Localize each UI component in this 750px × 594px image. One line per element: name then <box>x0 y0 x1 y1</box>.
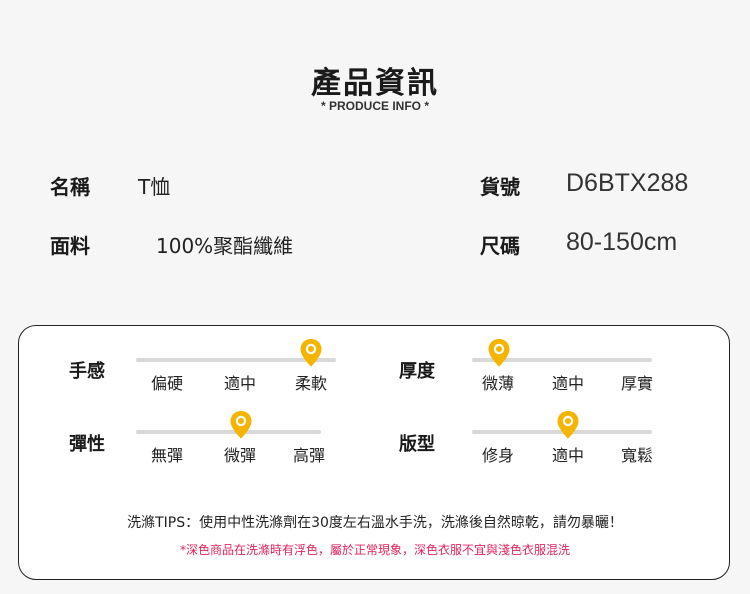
feel-option-1: 偏硬 <box>150 374 183 393</box>
page-subtitle: * PRODUCE INFO * <box>320 99 429 113</box>
fit-option-1: 修身 <box>481 446 514 465</box>
feel-option-2: 適中 <box>223 374 256 393</box>
thickness-option-2: 適中 <box>551 374 584 393</box>
map-pin-icon <box>556 410 580 440</box>
name-value: T恤 <box>138 175 171 199</box>
sku-value: D6BTX288 <box>566 169 689 197</box>
fit-option-3: 寬鬆 <box>620 446 653 465</box>
material-label: 面料 <box>50 234 90 258</box>
thickness-label: 厚度 <box>399 361 435 382</box>
map-pin-icon <box>299 338 323 368</box>
care-note: *深色商品在洗滌時有浮色，屬於正常現象，深色衣服不宜與淺色衣服混洗 <box>179 543 570 557</box>
feel-option-3: 柔軟 <box>294 374 327 393</box>
care-tips: 洗滌TIPS：使用中性洗滌劑在30度左右溫水手洗，洗滌後自然晾乾，請勿暴曬！ <box>127 515 623 531</box>
material-value: 100%聚酯纖維 <box>156 234 294 258</box>
sku-label: 貨號 <box>480 175 520 199</box>
map-pin-icon <box>487 338 511 368</box>
fit-label: 版型 <box>399 434 435 455</box>
size-value: 80-150cm <box>566 228 678 256</box>
fit-option-2: 適中 <box>551 446 584 465</box>
elasticity-label: 彈性 <box>69 434 105 455</box>
size-label: 尺碼 <box>480 234 520 258</box>
elasticity-option-3: 高彈 <box>292 446 325 465</box>
elasticity-option-1: 無彈 <box>150 446 183 465</box>
attribute-card: 手感 偏硬 適中 柔軟 厚度 微薄 適中 厚實 彈性 無彈 微彈 高彈 版型 修… <box>18 325 730 580</box>
thickness-option-3: 厚實 <box>620 374 653 393</box>
feel-label: 手感 <box>69 361 105 382</box>
name-label: 名稱 <box>50 175 90 199</box>
page-title: 產品資訊 <box>311 66 439 101</box>
map-pin-icon <box>229 410 253 440</box>
elasticity-option-2: 微彈 <box>223 446 256 465</box>
thickness-option-1: 微薄 <box>481 374 514 393</box>
